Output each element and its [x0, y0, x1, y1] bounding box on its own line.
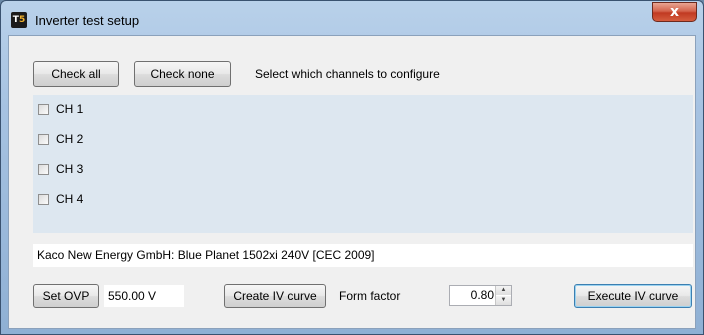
channel-label: CH 2: [56, 132, 84, 146]
channel-checkbox[interactable]: [38, 193, 49, 205]
instructions-label: Select which channels to configure: [255, 67, 440, 81]
window-title: Inverter test setup: [35, 13, 140, 28]
dialog-window: T5 Inverter test setup x Check all Check…: [0, 0, 704, 335]
dialog-content: Check all Check none Select which channe…: [8, 35, 696, 329]
check-none-button[interactable]: Check none: [134, 61, 231, 87]
form-factor-spinner[interactable]: 0.80 ▲ ▼: [449, 285, 512, 306]
execute-iv-curve-button[interactable]: Execute IV curve: [574, 284, 692, 308]
spinner-down-icon[interactable]: ▼: [496, 296, 511, 305]
channel-checkbox[interactable]: [38, 103, 49, 115]
channel-label: CH 1: [56, 102, 84, 116]
form-factor-value: 0.80: [470, 288, 494, 302]
channel-label: CH 3: [56, 162, 84, 176]
create-iv-curve-button[interactable]: Create IV curve: [224, 284, 326, 308]
channel-list: CH 1 CH 2 CH 3 CH 4: [33, 95, 693, 233]
spinner-up-icon[interactable]: ▲: [496, 286, 511, 295]
channel-row-1[interactable]: CH 1: [38, 100, 83, 118]
form-factor-label: Form factor: [339, 289, 401, 303]
channel-row-4[interactable]: CH 4: [38, 190, 83, 208]
inverter-model-label: Kaco New Energy GmbH: Blue Planet 1502xi…: [33, 244, 693, 267]
channel-label: CH 4: [56, 192, 84, 206]
set-ovp-button[interactable]: Set OVP: [33, 284, 99, 308]
title-bar[interactable]: T5 Inverter test setup x: [1, 1, 703, 35]
app-icon: T5: [11, 12, 27, 28]
channel-row-3[interactable]: CH 3: [38, 160, 83, 178]
channel-checkbox[interactable]: [38, 163, 49, 175]
close-button[interactable]: x: [652, 2, 697, 22]
channel-row-2[interactable]: CH 2: [38, 130, 83, 148]
ovp-value-field[interactable]: 550.00 V: [104, 285, 184, 307]
channel-checkbox[interactable]: [38, 133, 49, 145]
check-all-button[interactable]: Check all: [33, 61, 119, 87]
